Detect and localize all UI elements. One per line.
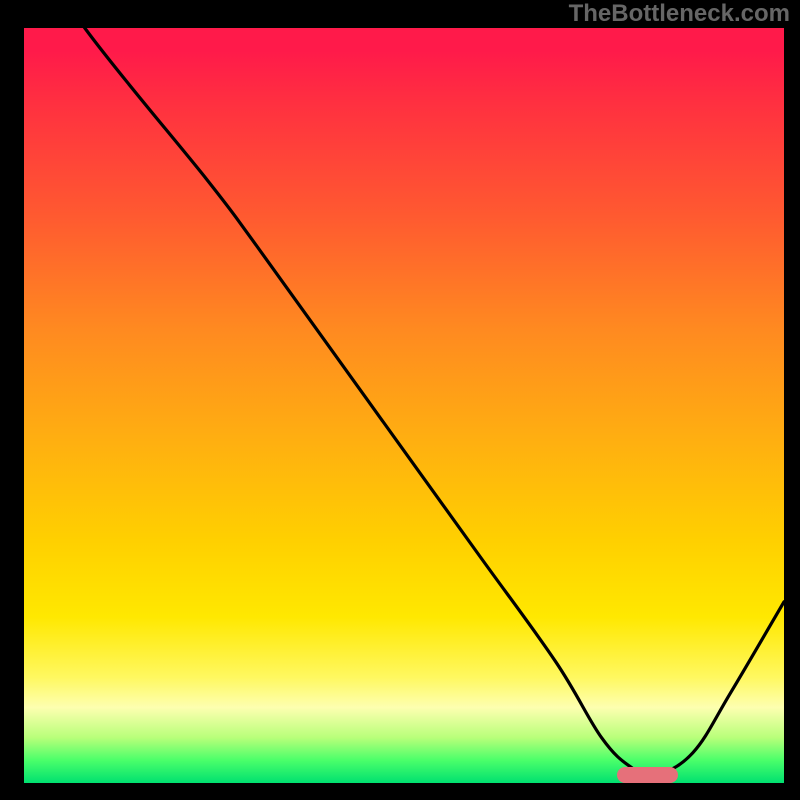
optimal-range-marker [617,767,678,783]
bottleneck-curve [24,28,784,783]
chart-frame: TheBottleneck.com [0,0,800,800]
plot-area [24,28,784,783]
watermark-text: TheBottleneck.com [569,0,790,28]
